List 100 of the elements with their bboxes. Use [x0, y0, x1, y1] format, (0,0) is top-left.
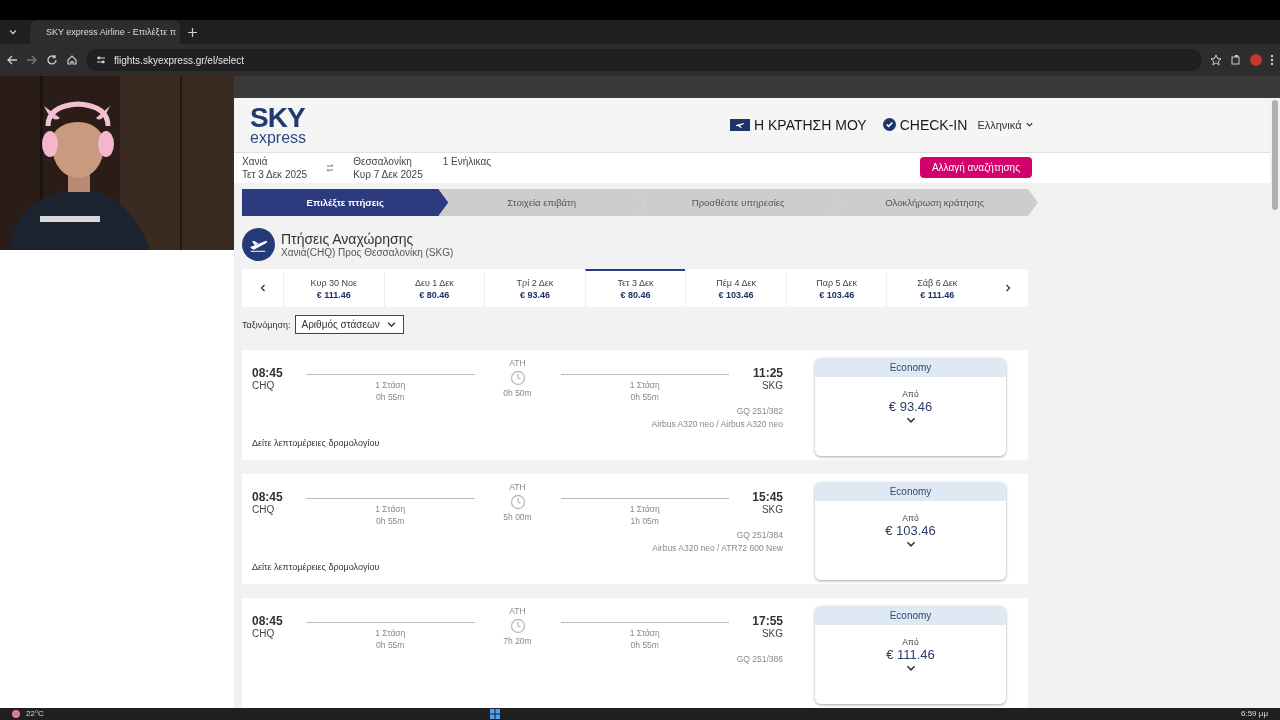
progress-step: Επιλέξτε πτήσεις: [242, 189, 449, 216]
destination-city: Θεσσαλονίκη: [353, 155, 413, 167]
stops-text: 1 Στάση: [375, 504, 406, 514]
nav-link-label: CHECK-IN: [899, 116, 968, 133]
date-price: € 111.46: [316, 290, 351, 300]
swap-icon: [325, 162, 336, 173]
start-icon[interactable]: [489, 709, 500, 719]
nav-link[interactable]: Η ΚΡΑΤΗΣΗ ΜΟΥ: [730, 116, 867, 133]
date-price: € 80.46: [620, 290, 651, 300]
weather-temperature: 22°C: [26, 710, 44, 718]
nav-link[interactable]: CHECK-IN: [882, 116, 968, 133]
date-price: € 103.46: [819, 290, 855, 300]
departure-time: 08:45: [252, 614, 283, 628]
fare-option[interactable]: Economy Από € 93.46: [815, 358, 1006, 456]
airport-code: SKG: [761, 628, 783, 639]
address-bar[interactable]: flights.skyexpress.gr/el/select: [86, 49, 1202, 71]
sort-dropdown[interactable]: Αριθμός στάσεων: [294, 315, 404, 334]
stopover-code: ATH: [509, 358, 526, 368]
nav-link-label: Η ΚΡΑΤΗΣΗ ΜΟΥ: [754, 116, 867, 133]
date-tab[interactable]: Τετ 3 Δεκ € 80.46: [584, 269, 686, 307]
browser-tab[interactable]: SKY express Airline - Επιλέξτε π: [30, 20, 180, 44]
tab-list-icon: [8, 27, 18, 37]
menu-icon[interactable]: [1270, 54, 1274, 66]
change-search-button[interactable]: Αλλαγή αναζήτησης: [919, 157, 1032, 179]
stops-text: 1 Στάση: [629, 380, 660, 390]
layover-duration: 0h 50m: [503, 388, 532, 398]
fare-class: Economy: [815, 358, 1006, 377]
site-settings-icon[interactable]: [96, 55, 106, 65]
layover-duration: 7h 20m: [503, 636, 532, 646]
tab-title: SKY express Airline - Επιλέξτε π: [46, 27, 176, 37]
home-icon[interactable]: [66, 54, 78, 66]
leg-duration: 0h 55m: [630, 640, 659, 650]
from-label: Από: [902, 389, 919, 399]
aircraft-type: Airbus A320 neo / ATR72 600 New: [652, 543, 783, 553]
aircraft-type: Airbus A320 neo / Airbus A320 neo: [651, 419, 783, 429]
date-price: € 80.46: [419, 290, 450, 300]
site-logo[interactable]: SKY express: [250, 103, 307, 146]
check-circle-icon: [882, 118, 896, 132]
leg-duration: 0h 55m: [376, 392, 405, 402]
scrollbar-thumb[interactable]: [1272, 100, 1278, 210]
date-label: Παρ 5 Δεκ: [816, 278, 858, 288]
stopover-code: ATH: [509, 606, 526, 616]
itinerary-details-link[interactable]: Δείτε λεπτομέρειες δρομολογίου: [252, 562, 783, 572]
clock: 6:59 μμ: [1241, 710, 1268, 718]
progress-step: Προσθέστε υπηρεσίες: [635, 189, 842, 216]
date-label: Τρί 2 Δεκ: [516, 278, 554, 288]
fare-option[interactable]: Economy Από € 103.46: [815, 482, 1006, 580]
reload-icon[interactable]: [46, 54, 58, 66]
leg-duration: 0h 55m: [376, 640, 405, 650]
profile-avatar-icon[interactable]: [1250, 54, 1262, 66]
fare-class: Economy: [815, 482, 1006, 501]
departure-time: 08:45: [252, 366, 283, 380]
itinerary-details-link[interactable]: Δείτε λεπτομέρειες δρομολογίου: [252, 438, 783, 448]
extensions-icon[interactable]: [1230, 54, 1242, 66]
airport-code: SKG: [761, 504, 783, 515]
date-label: Δευ 1 Δεκ: [414, 278, 454, 288]
passenger-count: 1 Ενήλικας: [442, 155, 491, 167]
flight-number: GQ 251/384: [736, 530, 783, 540]
leg-duration: 1h 05m: [630, 516, 659, 526]
language-selector[interactable]: Ελληνικά: [977, 118, 1034, 131]
star-icon[interactable]: [1210, 54, 1222, 66]
route-subtitle: Χανιά(CHQ) Προς Θεσσαλονίκη (SKG): [281, 247, 454, 258]
arrival-time: 15:45: [752, 490, 783, 504]
fare-price: € 93.46: [888, 399, 933, 414]
weather-icon: [12, 710, 20, 718]
chevron-down-icon: [1024, 120, 1034, 130]
departure-time: 08:45: [252, 490, 283, 504]
stopover-code: ATH: [509, 482, 526, 492]
date-label: Κυρ 30 Νοε: [310, 278, 358, 288]
progress-step: Ολοκλήρωση κράτησης: [831, 189, 1038, 216]
arrival-time: 11:25: [752, 366, 783, 380]
date-label: Τετ 3 Δεκ: [617, 278, 654, 288]
stops-text: 1 Στάση: [629, 504, 660, 514]
airport-code: SKG: [761, 380, 783, 391]
forward-icon[interactable]: [26, 54, 38, 66]
leg-duration: 0h 55m: [376, 516, 405, 526]
fare-option[interactable]: Economy Από € 111.46: [815, 606, 1006, 704]
leg-duration: 0h 55m: [630, 392, 659, 402]
airport-code: CHQ: [252, 380, 275, 391]
from-label: Από: [902, 513, 919, 523]
clock-icon: [509, 494, 526, 510]
stops-text: 1 Στάση: [375, 380, 406, 390]
back-icon[interactable]: [6, 54, 18, 66]
departing-plane-icon: [242, 228, 275, 261]
date-price: € 111.46: [920, 290, 955, 300]
airport-code: CHQ: [252, 628, 275, 639]
flight-number: GQ 251/386: [736, 654, 783, 664]
departure-date: Τετ 3 Δεκ 2025: [242, 168, 308, 180]
date-price: € 103.46: [718, 290, 754, 300]
new-tab-icon[interactable]: [188, 27, 197, 37]
arrival-time: 17:55: [752, 614, 783, 628]
layover-duration: 5h 00m: [503, 512, 532, 522]
date-price: € 93.46: [519, 290, 550, 300]
return-date: Κυρ 7 Δεκ 2025: [353, 168, 423, 180]
ticket-icon: [730, 118, 750, 131]
clock-icon: [509, 618, 526, 634]
fare-price: € 111.46: [886, 647, 935, 662]
origin-city: Χανιά: [242, 155, 269, 167]
date-label: Σάβ 6 Δεκ: [917, 278, 958, 288]
flight-number: GQ 251/382: [736, 406, 783, 416]
